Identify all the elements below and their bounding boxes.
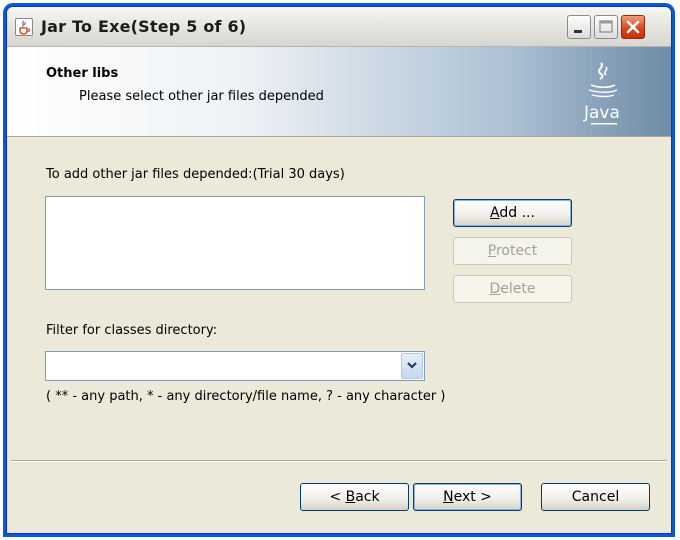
filter-hint: ( ** - any path, * - any directory/file … [46,389,446,404]
java-logo-text: Java [583,103,620,123]
chevron-down-icon [407,362,417,369]
delete-button[interactable]: Delete [453,275,572,303]
jar-files-list[interactable] [45,196,425,290]
maximize-button[interactable] [594,15,618,39]
close-button[interactable] [621,15,645,39]
protect-button[interactable]: Protect [453,237,572,265]
filter-combobox[interactable] [45,351,425,381]
add-button[interactable]: Add ... [453,199,572,227]
cancel-button[interactable]: Cancel [541,483,650,511]
jars-label: To add other jar files depended:(Trial 3… [46,167,345,182]
minimize-button[interactable] [567,15,591,39]
minimize-icon [574,30,582,33]
close-icon [626,20,640,34]
window-title: Jar To Exe(Step 5 of 6) [41,17,247,36]
java-cup-icon [15,18,33,36]
maximize-icon [599,20,613,33]
next-button[interactable]: Next > [413,483,522,511]
dialog-window: Jar To Exe(Step 5 of 6) Other libs Pleas… [6,6,672,534]
java-logo: Java [583,62,620,125]
title-bar[interactable]: Jar To Exe(Step 5 of 6) [7,7,671,47]
step-title: Other libs [46,66,119,81]
filter-label: Filter for classes directory: [46,323,218,338]
step-subtitle: Please select other jar files depended [79,89,324,104]
dropdown-button[interactable] [401,353,423,379]
step-header: Other libs Please select other jar files… [7,47,671,137]
back-button[interactable]: < Back [300,483,409,511]
footer-separator [11,460,667,462]
